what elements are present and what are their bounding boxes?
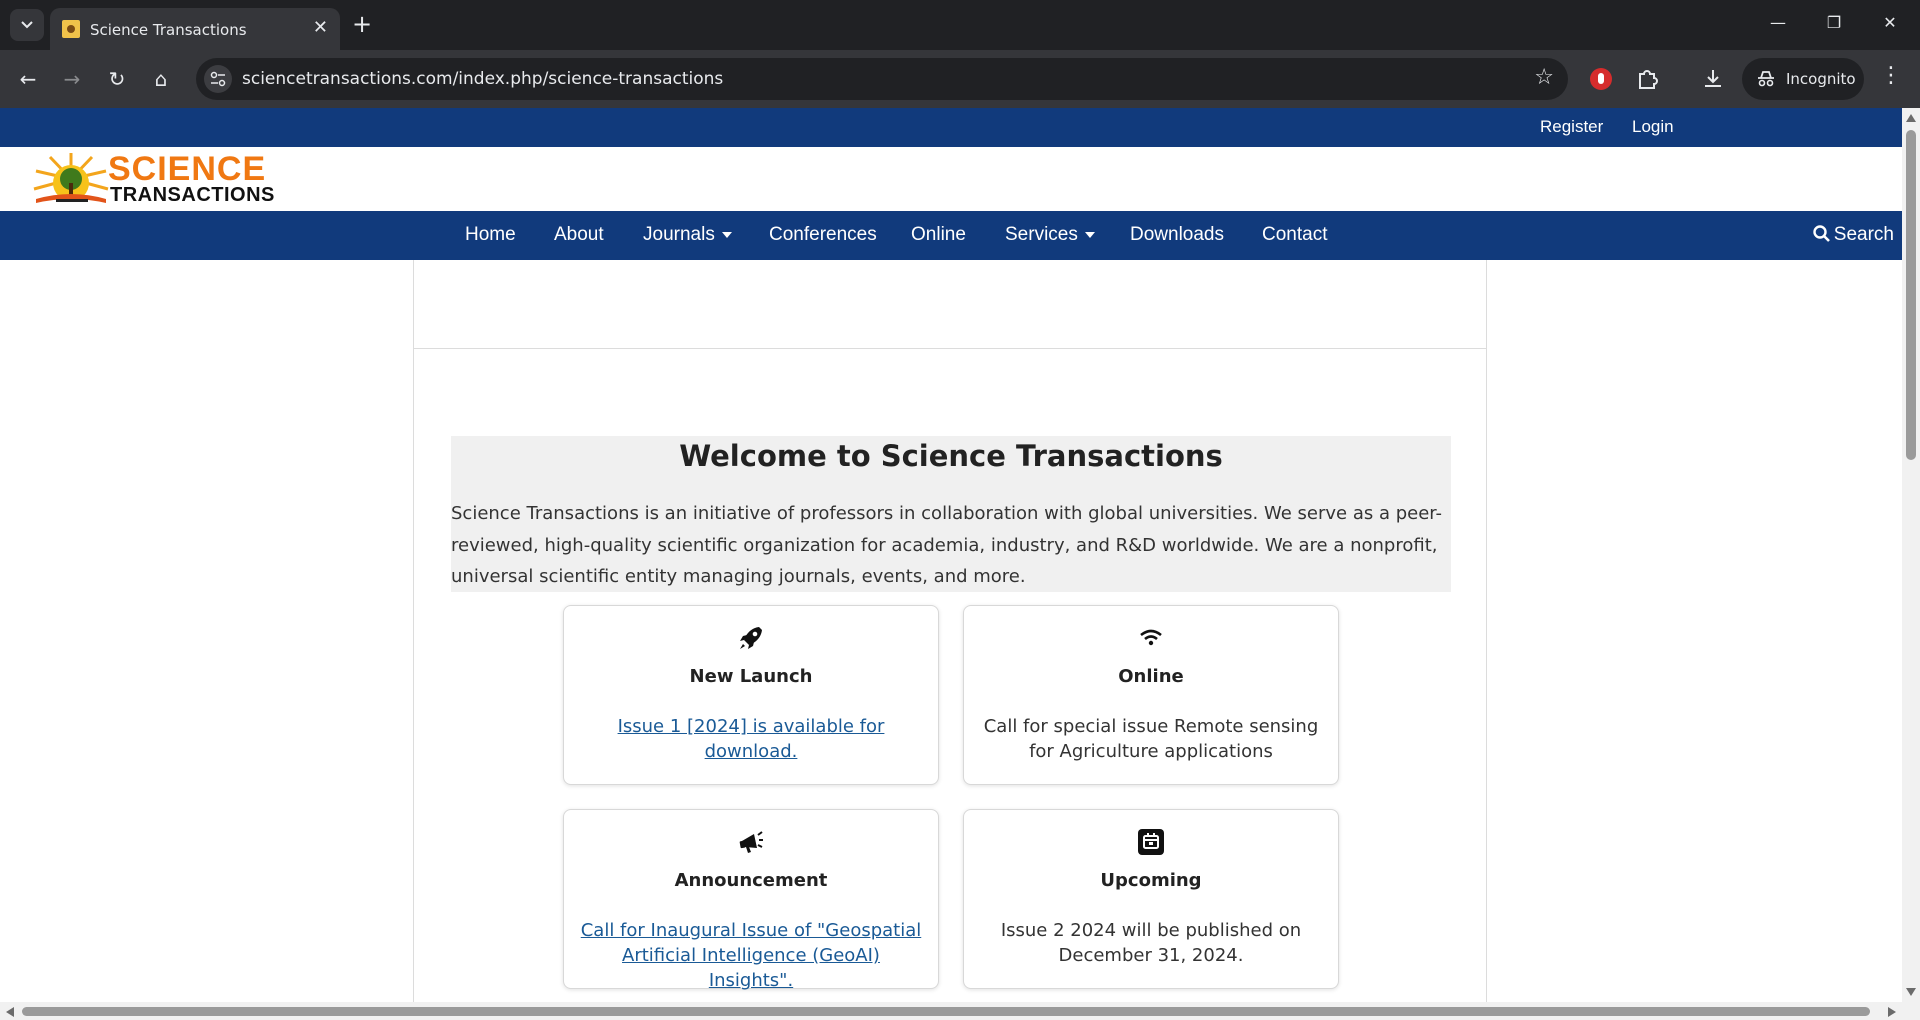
scroll-down-arrow-icon[interactable] <box>1906 988 1916 996</box>
page-viewport: Register Login SCIENCE TRANSACTIONS Home… <box>0 108 1902 1002</box>
horizontal-scroll-thumb[interactable] <box>22 1007 1870 1016</box>
vertical-scrollbar[interactable] <box>1902 108 1920 1002</box>
home-button[interactable]: ⌂ <box>147 66 175 94</box>
nav-about[interactable]: About <box>554 224 604 246</box>
bookmark-star-icon[interactable]: ☆ <box>1534 66 1554 90</box>
card-new-launch: New Launch Issue 1 [2024] is available f… <box>563 605 939 785</box>
minimize-button[interactable]: — <box>1763 12 1793 34</box>
tab-close-icon[interactable]: ✕ <box>313 18 328 38</box>
megaphone-icon <box>564 828 938 856</box>
incognito-label: Incognito <box>1786 70 1856 88</box>
issue-download-link[interactable]: Issue 1 [2024] is available for download… <box>618 716 885 762</box>
scrollbar-corner <box>1902 1002 1920 1020</box>
site-info-icon[interactable] <box>204 65 232 93</box>
download-icon[interactable] <box>1700 66 1726 92</box>
header-logo-area: SCIENCE TRANSACTIONS <box>0 147 1902 211</box>
main-content: Welcome to Science Transactions Science … <box>413 260 1487 1002</box>
restore-button[interactable]: ❐ <box>1819 12 1849 34</box>
card-body: Issue 2 2024 will be published on Decemb… <box>1000 920 1302 966</box>
nav-journals[interactable]: Journals <box>643 224 732 246</box>
horizontal-scrollbar[interactable] <box>0 1002 1902 1020</box>
new-tab-button[interactable]: + <box>352 11 372 37</box>
calendar-icon <box>964 828 1338 856</box>
site-logo[interactable]: SCIENCE TRANSACTIONS <box>32 151 278 207</box>
card-upcoming: Upcoming Issue 2 2024 will be published … <box>963 809 1339 989</box>
card-title: Announcement <box>674 870 828 891</box>
card-body: Call for Inaugural Issue of "Geospatial … <box>580 918 922 993</box>
scroll-up-arrow-icon[interactable] <box>1906 114 1916 122</box>
logo-text-science: SCIENCE <box>108 150 267 188</box>
logo-text-transactions: TRANSACTIONS <box>110 184 275 206</box>
nav-home[interactable]: Home <box>465 224 516 246</box>
reload-button[interactable]: ↻ <box>103 66 131 94</box>
wifi-icon <box>964 624 1338 652</box>
nav-contact[interactable]: Contact <box>1262 224 1327 246</box>
incognito-indicator[interactable]: Incognito <box>1742 58 1864 100</box>
browser-menu-icon[interactable]: ⋮ <box>1880 64 1902 88</box>
window-close-button[interactable]: ✕ <box>1875 12 1905 34</box>
chevron-down-icon <box>21 21 33 29</box>
tab-title: Science Transactions <box>90 21 247 39</box>
scroll-right-arrow-icon[interactable] <box>1888 1007 1896 1017</box>
nav-search-button[interactable]: Search <box>1813 224 1894 246</box>
browser-toolbar: ← → ↻ ⌂ sciencetransactions.com/index.ph… <box>0 50 1920 108</box>
nav-search-label: Search <box>1833 224 1894 245</box>
top-utility-bar: Register Login <box>0 108 1902 147</box>
nav-conferences[interactable]: Conferences <box>769 224 877 246</box>
nav-journals-label: Journals <box>643 224 715 245</box>
tab-search-button[interactable] <box>10 9 44 41</box>
caret-down-icon <box>1084 231 1095 238</box>
browser-tabstrip: Science Transactions ✕ + — ❐ ✕ <box>0 0 1920 50</box>
nav-downloads[interactable]: Downloads <box>1130 224 1224 246</box>
card-title: Online <box>1118 666 1184 687</box>
rocket-icon <box>564 624 938 652</box>
address-bar[interactable]: sciencetransactions.com/index.php/scienc… <box>196 58 1568 100</box>
sun-tree-logo-icon <box>33 153 109 203</box>
extensions-puzzle-icon[interactable] <box>1634 66 1660 92</box>
nav-services[interactable]: Services <box>1005 224 1095 246</box>
incognito-icon <box>1758 71 1774 87</box>
address-url[interactable]: sciencetransactions.com/index.php/scienc… <box>242 69 723 89</box>
nav-services-label: Services <box>1005 224 1078 245</box>
forward-button[interactable]: → <box>58 66 86 94</box>
inaugural-issue-link[interactable]: Call for Inaugural Issue of "Geospatial … <box>581 920 922 991</box>
browser-tab-active[interactable]: Science Transactions ✕ <box>50 8 340 50</box>
nav-online[interactable]: Online <box>911 224 966 246</box>
welcome-title: Welcome to Science Transactions <box>679 439 1223 473</box>
welcome-text: Science Transactions is an initiative of… <box>451 503 1443 587</box>
search-icon <box>1813 225 1830 242</box>
card-title: Upcoming <box>1100 870 1202 891</box>
card-title: New Launch <box>689 666 813 687</box>
content-divider <box>414 348 1486 349</box>
caret-down-icon <box>721 231 732 238</box>
card-announcement: Announcement Call for Inaugural Issue of… <box>563 809 939 991</box>
card-body: Call for special issue Remote sensing fo… <box>983 716 1319 762</box>
card-online: Online Call for special issue Remote sen… <box>963 605 1339 785</box>
site-favicon-icon <box>62 20 80 38</box>
extension-stop-icon[interactable] <box>1588 66 1614 92</box>
card-body: Issue 1 [2024] is available for download… <box>580 714 922 764</box>
login-link[interactable]: Login <box>1632 117 1674 137</box>
main-navigation: Home About Journals Conferences Online S… <box>0 211 1902 260</box>
register-link[interactable]: Register <box>1540 117 1603 137</box>
back-button[interactable]: ← <box>14 66 42 94</box>
welcome-section: Welcome to Science Transactions Science … <box>451 436 1451 592</box>
vertical-scroll-thumb[interactable] <box>1906 130 1916 460</box>
scroll-left-arrow-icon[interactable] <box>6 1007 14 1017</box>
